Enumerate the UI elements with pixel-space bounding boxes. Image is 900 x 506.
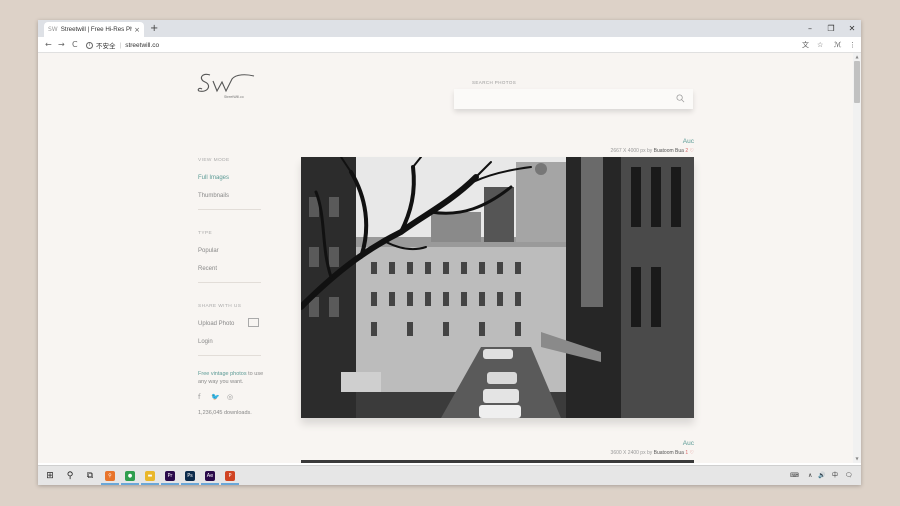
- notification-icon[interactable]: 🗨: [845, 466, 853, 486]
- photo-dimensions: 2667 X 4000 px: [610, 148, 646, 154]
- volume-icon[interactable]: 🔊: [818, 466, 825, 486]
- photo-author[interactable]: Buatoom Bua: [654, 148, 684, 154]
- reload-button[interactable]: C: [72, 37, 78, 53]
- view-full-images-link[interactable]: Full Images: [198, 175, 229, 181]
- sidebar-divider: [198, 355, 261, 356]
- premiere-icon[interactable]: Pr: [165, 471, 175, 481]
- street-photo[interactable]: [301, 157, 694, 418]
- tab-title: Streetwill | Free Hi-Res Photos: [60, 26, 133, 33]
- taskbar-running-indicator: [101, 483, 119, 485]
- page-scrollbar[interactable]: ▲ ▼: [853, 53, 861, 463]
- upload-photo-link[interactable]: Upload Photo: [198, 321, 234, 327]
- type-label: TYPE: [198, 231, 213, 236]
- close-window-button[interactable]: ✕: [840, 20, 861, 37]
- address-separator: |: [119, 41, 122, 49]
- photo-by: by: [646, 148, 653, 154]
- task-view-icon[interactable]: ⧉: [80, 466, 100, 486]
- address-toolbar: ← → C i 不安全 | streetwill.co 文 ☆ ℳ ⋮: [38, 37, 861, 53]
- type-popular-link[interactable]: Popular: [198, 248, 219, 254]
- logo-subtitle: StreetWill.co: [224, 95, 244, 99]
- powerpoint-icon[interactable]: P: [225, 471, 235, 481]
- sidebar-divider: [198, 282, 261, 283]
- facebook-icon[interactable]: f: [198, 393, 200, 401]
- taskbar-running-indicator: [161, 483, 179, 485]
- street-photo-image: [301, 157, 694, 418]
- search-app-icon[interactable]: ⚲: [105, 471, 115, 481]
- new-tab-button[interactable]: +: [150, 22, 158, 36]
- browser-window: SW Streetwill | Free Hi-Res Photos × + –…: [38, 20, 861, 485]
- photo-dimensions: 3600 X 2400 px: [610, 450, 646, 456]
- taskbar-running-indicator: [121, 483, 139, 485]
- photo-likes[interactable]: 1 ♡: [685, 450, 694, 456]
- streetwill-logo[interactable]: [196, 69, 256, 105]
- favicon-icon: SW: [48, 26, 58, 33]
- tab-bar: SW Streetwill | Free Hi-Res Photos × + –…: [38, 20, 861, 37]
- photo-by: by: [646, 450, 653, 456]
- share-label: SHARE WITH US: [198, 304, 242, 309]
- search-icon[interactable]: [676, 94, 685, 103]
- twitter-icon[interactable]: 🐦: [211, 393, 220, 401]
- tagline-highlight[interactable]: Free vintage photos: [198, 371, 247, 377]
- taskbar-running-indicator: [181, 483, 199, 485]
- taskbar-running-indicator: [141, 483, 159, 485]
- browser-tab[interactable]: SW Streetwill | Free Hi-Res Photos ×: [44, 22, 144, 37]
- aftereffects-icon[interactable]: Ae: [205, 471, 215, 481]
- chrome-icon[interactable]: ●: [125, 471, 135, 481]
- security-status: 不安全: [96, 43, 116, 50]
- start-button[interactable]: ⊞: [40, 466, 60, 486]
- photo-title[interactable]: Auc: [683, 440, 694, 447]
- forward-button[interactable]: →: [58, 37, 65, 53]
- tagline: Free vintage photos to use any way you w…: [198, 370, 268, 386]
- photo-likes[interactable]: 2 ♡: [685, 148, 694, 154]
- tab-close-icon[interactable]: ×: [134, 26, 140, 34]
- info-icon[interactable]: i: [86, 41, 93, 49]
- scroll-up-icon[interactable]: ▲: [853, 54, 861, 59]
- photo-meta: 2667 X 4000 px by Buatoom Bua 2 ♡: [611, 148, 694, 154]
- sidebar-divider: [198, 209, 261, 210]
- address-bar[interactable]: i 不安全 | streetwill.co: [86, 39, 159, 51]
- file-explorer-icon[interactable]: ▬: [145, 471, 155, 481]
- bookmark-star-icon[interactable]: ☆: [817, 37, 823, 53]
- downloads-count: 1,236,045 downloads.: [198, 410, 252, 416]
- back-button[interactable]: ←: [45, 37, 52, 53]
- scrollbar-thumb[interactable]: [854, 61, 860, 103]
- taskbar-running-indicator: [221, 483, 239, 485]
- search-input[interactable]: [454, 89, 693, 109]
- tray-expand-icon[interactable]: ∧: [808, 466, 812, 486]
- windows-taskbar: ⊞ ⚲ ⧉ ⚲ ● ▬ Pr Ps Ae P ⌨ ∧ 🔊 中 🗨: [38, 465, 861, 485]
- search-label: SEARCH PHOTOS: [472, 80, 517, 85]
- scroll-down-icon[interactable]: ▼: [853, 456, 861, 461]
- instagram-icon[interactable]: ◎: [227, 393, 233, 401]
- view-thumbnails-link[interactable]: Thumbnails: [198, 193, 229, 199]
- type-recent-link[interactable]: Recent: [198, 266, 217, 272]
- web-page: StreetWill.co SEARCH PHOTOS VIEW MODE Fu…: [38, 53, 853, 463]
- ime-icon[interactable]: 中: [832, 466, 838, 486]
- photo-author[interactable]: Buatoom Bua: [654, 450, 684, 456]
- upload-image-icon[interactable]: [248, 318, 259, 327]
- photoshop-icon[interactable]: Ps: [185, 471, 195, 481]
- url-text: streetwill.co: [125, 41, 160, 49]
- search-taskbar-icon[interactable]: ⚲: [60, 466, 80, 486]
- view-mode-label: VIEW MODE: [198, 158, 230, 163]
- photo-title[interactable]: Auc: [683, 138, 694, 145]
- menu-icon[interactable]: ⋮: [849, 37, 856, 53]
- taskbar-running-indicator: [201, 483, 219, 485]
- login-link[interactable]: Login: [198, 339, 213, 345]
- second-photo[interactable]: [301, 460, 694, 463]
- translate-icon[interactable]: 文: [802, 37, 809, 53]
- photo-meta: 3600 X 2400 px by Buatoom Bua 1 ♡: [611, 450, 694, 456]
- extension-icon[interactable]: ℳ: [834, 37, 842, 53]
- keyboard-icon[interactable]: ⌨: [790, 466, 799, 486]
